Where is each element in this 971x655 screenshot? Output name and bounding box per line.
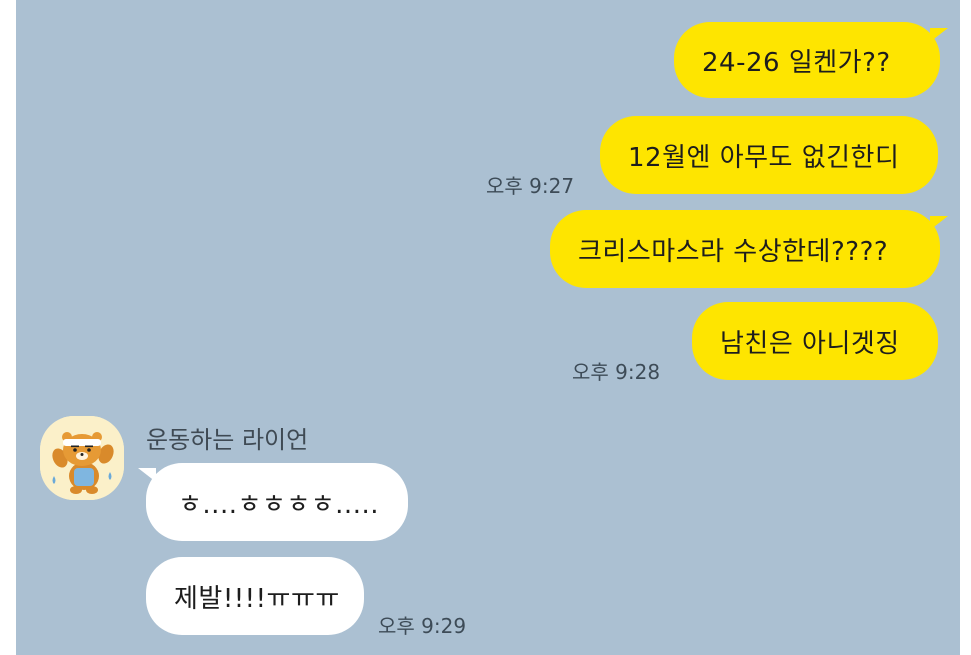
bubble-tail [930, 216, 948, 230]
received-message-bubble[interactable]: 제발!!!!ㅠㅠㅠ [146, 557, 364, 635]
chat-room: 24-26 일켄가?? 12월엔 아무도 없긴한디 오후 9:27 크리스마스라… [16, 0, 960, 655]
message-text: 12월엔 아무도 없긴한디 [628, 142, 900, 173]
ryan-exercising-icon [40, 416, 124, 500]
sent-message-bubble[interactable]: 12월엔 아무도 없긴한디 [600, 116, 938, 194]
message-time: 오후 9:28 [572, 360, 661, 384]
bubble-tail [930, 28, 948, 42]
received-message-bubble[interactable]: ㅎ....ㅎㅎㅎㅎ..... [146, 463, 408, 541]
sent-message-bubble[interactable]: 크리스마스라 수상한데???? [550, 210, 940, 288]
message-time: 오후 9:27 [486, 174, 575, 198]
bubble-tail [138, 468, 156, 482]
message-text: 남친은 아니겟징 [720, 328, 900, 359]
message-time: 오후 9:29 [378, 614, 467, 638]
message-text: ㅎ....ㅎㅎㅎㅎ..... [178, 489, 379, 520]
message-text: 24-26 일켄가?? [702, 47, 891, 78]
message-text: 크리스마스라 수상한데???? [578, 236, 889, 267]
sent-message-bubble[interactable]: 24-26 일켄가?? [674, 22, 940, 98]
contact-avatar[interactable] [40, 416, 124, 500]
message-text: 제발!!!!ㅠㅠㅠ [174, 583, 340, 614]
sent-message-bubble[interactable]: 남친은 아니겟징 [692, 302, 938, 380]
contact-name: 운동하는 라이언 [146, 426, 309, 454]
